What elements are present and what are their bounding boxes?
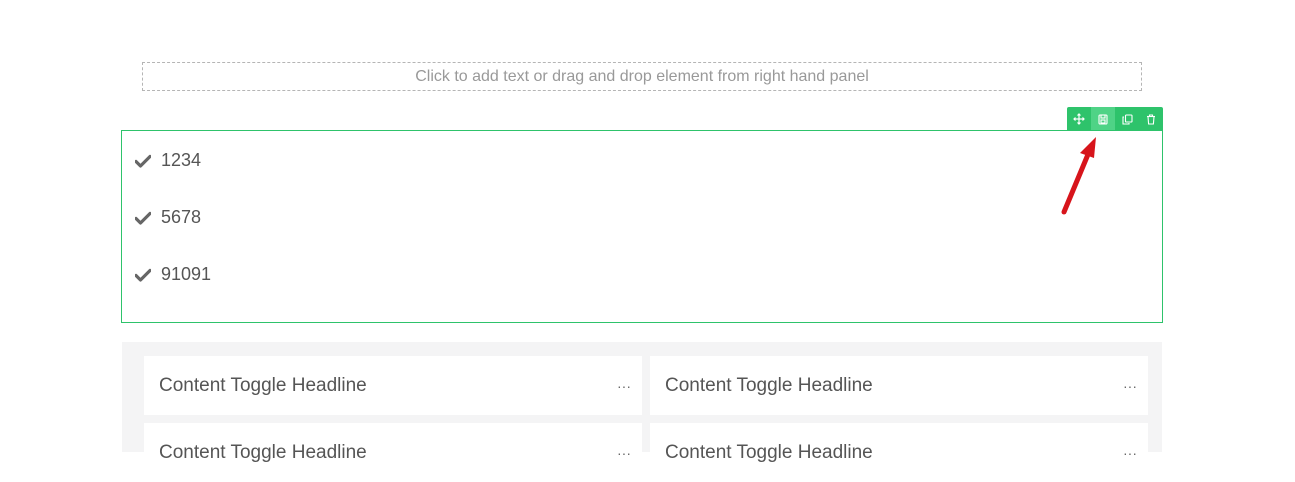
check-icon <box>135 268 151 282</box>
content-toggle-title: Content Toggle Headline <box>665 374 873 396</box>
list-item-label: 5678 <box>161 207 202 227</box>
content-toggle-item[interactable]: Content Toggle Headline ··· <box>144 423 642 482</box>
duplicate-button[interactable] <box>1115 107 1139 131</box>
more-options-icon[interactable]: ··· <box>1118 446 1142 460</box>
save-icon <box>1098 113 1108 125</box>
content-toggle-item[interactable]: Content Toggle Headline ··· <box>144 356 642 415</box>
content-toggle-title: Content Toggle Headline <box>159 441 367 463</box>
delete-button[interactable] <box>1139 107 1163 131</box>
content-toggle-section: Content Toggle Headline ··· Content Togg… <box>122 342 1162 482</box>
delete-icon <box>1147 113 1155 125</box>
check-icon <box>135 211 151 225</box>
more-options-icon[interactable]: ··· <box>1118 379 1142 393</box>
save-button[interactable] <box>1091 107 1115 131</box>
more-options-icon[interactable]: ··· <box>612 446 636 460</box>
move-button[interactable] <box>1067 107 1091 131</box>
move-icon <box>1073 113 1085 125</box>
check-icon <box>135 154 151 168</box>
content-toggle-title: Content Toggle Headline <box>159 374 367 396</box>
duplicate-icon <box>1121 113 1133 125</box>
list-item-label: 1234 <box>161 150 202 170</box>
content-toggle-title: Content Toggle Headline <box>665 441 873 463</box>
annotation-arrow-icon <box>1061 137 1096 215</box>
content-toggle-item[interactable]: Content Toggle Headline ··· <box>650 356 1148 415</box>
list-item: 91091 <box>135 264 211 285</box>
list-item-label: 91091 <box>161 264 212 284</box>
checklist-element[interactable]: 1234 5678 91091 <box>121 130 1163 323</box>
list-item: 5678 <box>135 207 201 228</box>
list-item: 1234 <box>135 150 201 171</box>
more-options-icon[interactable]: ··· <box>612 379 636 393</box>
element-toolbar <box>1067 107 1163 131</box>
content-toggle-item[interactable]: Content Toggle Headline ··· <box>650 423 1148 482</box>
add-element-placeholder[interactable]: Click to add text or drag and drop eleme… <box>142 62 1142 91</box>
